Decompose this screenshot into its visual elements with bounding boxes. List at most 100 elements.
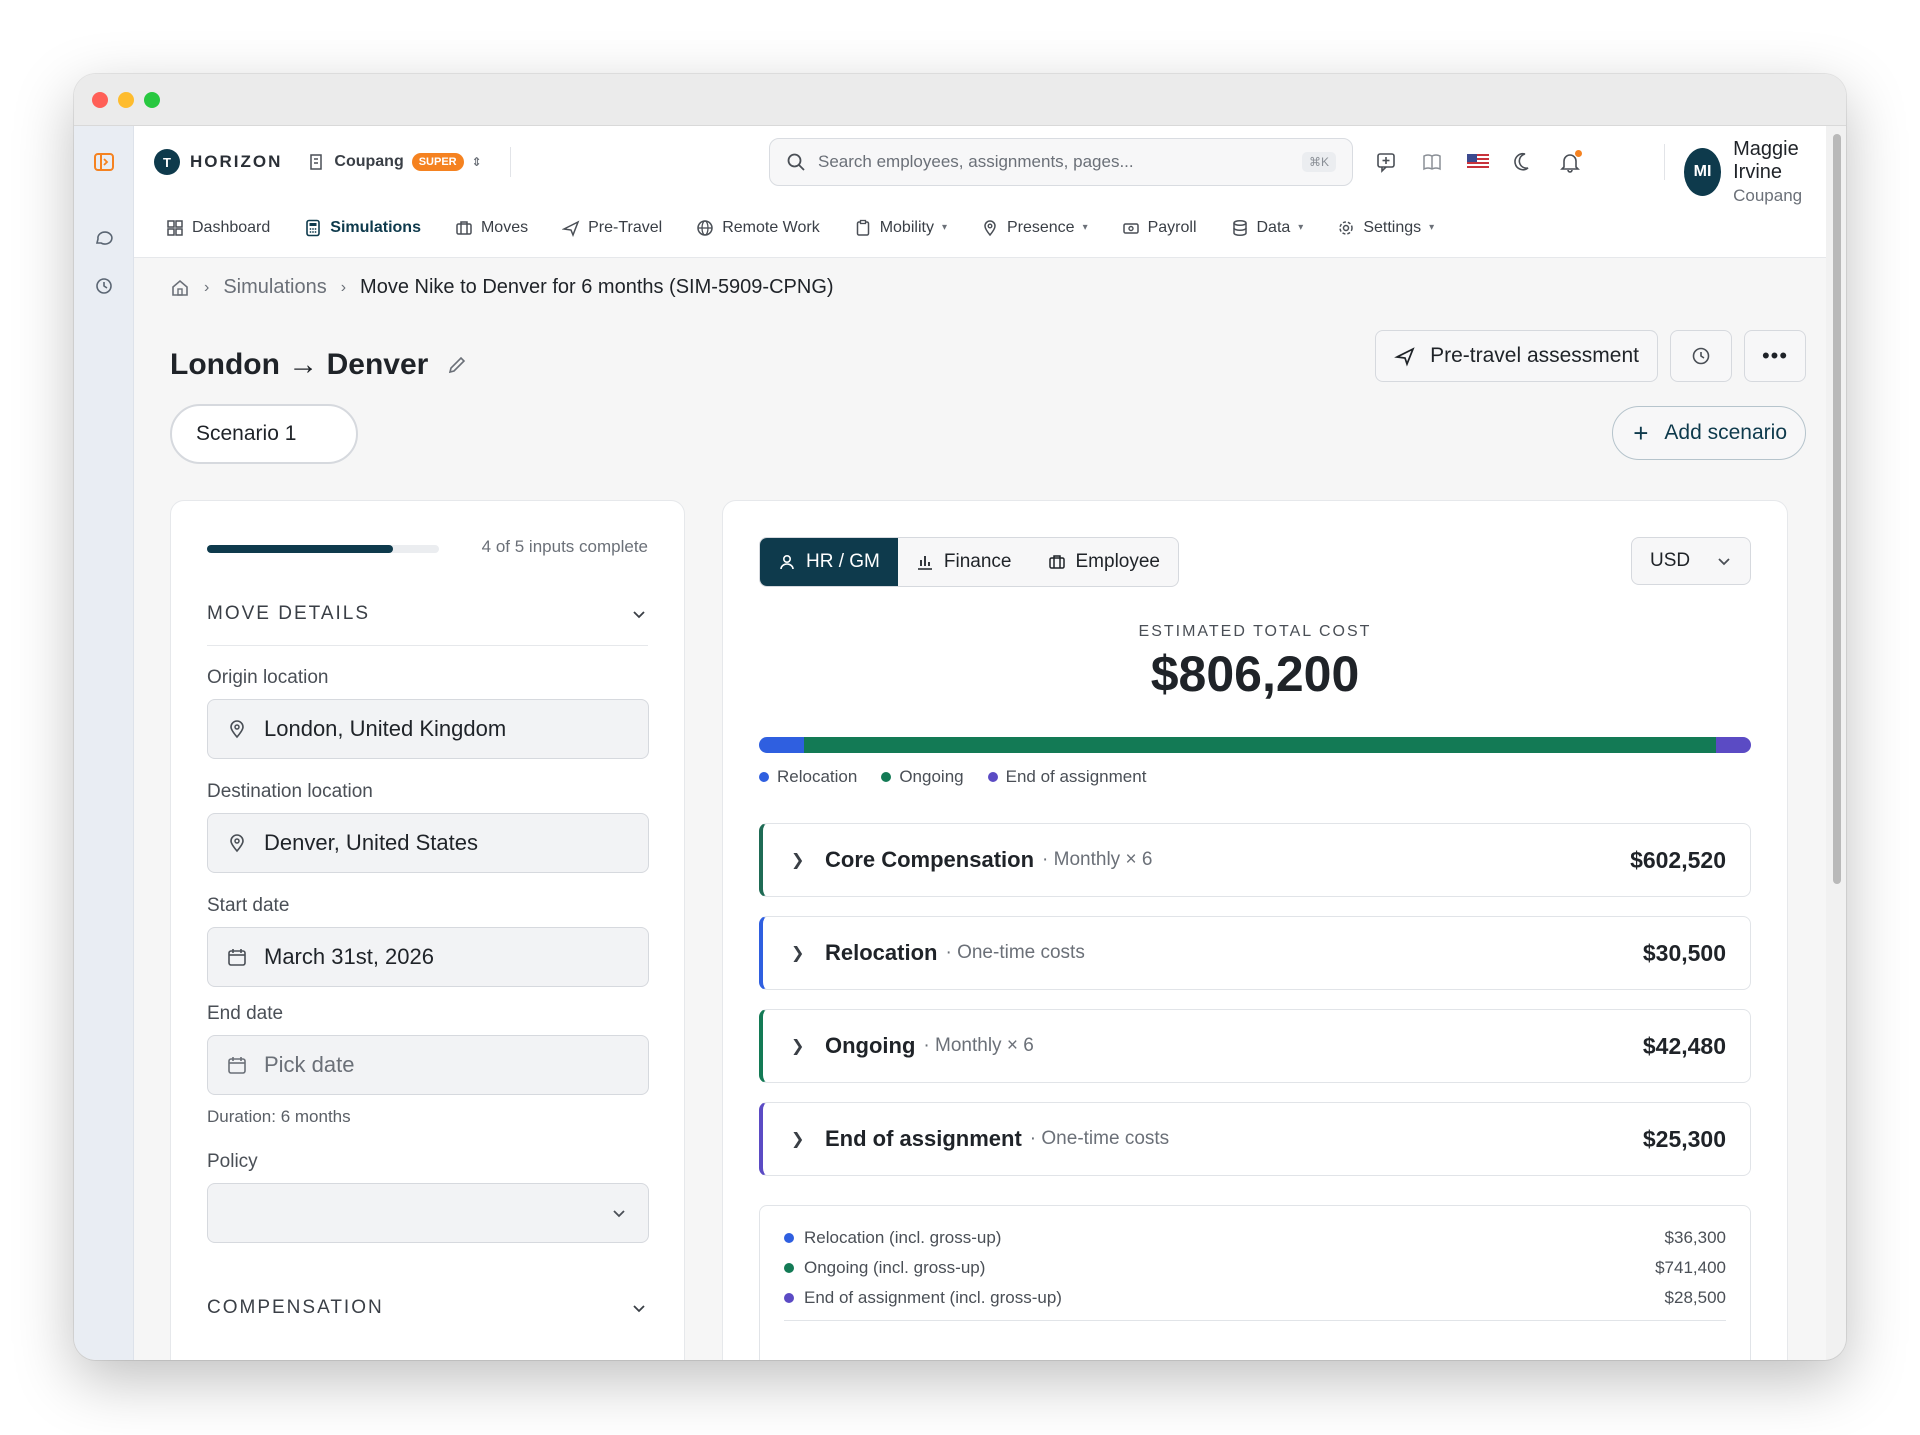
add-scenario-button[interactable]: + Add scenario	[1612, 406, 1806, 460]
nav-remote-work[interactable]: Remote Work	[696, 219, 820, 237]
cost-row-amount: $25,300	[1642, 1125, 1726, 1152]
legend-label: Ongoing	[899, 767, 964, 786]
chevron-updown-icon: ⇕	[471, 155, 482, 169]
calendar-icon	[228, 949, 246, 966]
minimize-window-button[interactable]	[118, 92, 134, 108]
summary-amount: $28,500	[1664, 1288, 1726, 1307]
more-icon: •••	[1761, 343, 1789, 368]
summary-amount: $36,300	[1664, 1228, 1726, 1247]
page-title: London → Denver	[170, 348, 468, 382]
left-rail	[74, 126, 134, 1360]
cost-row-ongoing[interactable]: ❯ Ongoing · Monthly × 6 $42,480	[759, 1009, 1751, 1083]
us-flag-icon[interactable]	[1466, 150, 1490, 174]
chat-icon[interactable]	[90, 224, 118, 252]
nav-mobility[interactable]: Mobility ▾	[854, 219, 947, 237]
cost-breakdown-bar	[759, 737, 1751, 753]
bar-chart-icon	[917, 556, 932, 570]
start-date-field[interactable]: March 31st, 2026	[207, 927, 649, 987]
notification-dot	[1575, 150, 1582, 157]
cost-legend: Relocation Ongoing End of assignment	[759, 767, 1146, 787]
tab-label: HR / GM	[806, 551, 880, 572]
notifications-bell-icon[interactable]	[1558, 150, 1582, 174]
cost-row-title: Ongoing	[825, 1033, 916, 1058]
edit-pencil-icon[interactable]	[446, 354, 468, 376]
feedback-icon[interactable]	[1374, 150, 1398, 174]
origin-location-field[interactable]: London, United Kingdom	[207, 699, 649, 759]
search-placeholder: Search employees, assignments, pages...	[818, 152, 1134, 171]
cost-row-end-of-assignment[interactable]: ❯ End of assignment · One-time costs $25…	[759, 1102, 1751, 1176]
pre-travel-assessment-label: Pre-travel assessment	[1430, 344, 1639, 367]
move-details-header[interactable]: MOVE DETAILS	[207, 603, 648, 625]
nav-payroll[interactable]: Payroll	[1122, 219, 1197, 237]
chevron-right-icon: ❯	[791, 945, 805, 962]
nav-dashboard[interactable]: Dashboard	[166, 219, 270, 237]
history-button[interactable]	[1670, 330, 1732, 382]
scrollbar-thumb[interactable]	[1833, 134, 1841, 884]
maximize-window-button[interactable]	[144, 92, 160, 108]
nav-label: Dashboard	[192, 218, 271, 236]
more-options-button[interactable]: •••	[1744, 330, 1806, 382]
clipboard-icon	[856, 219, 869, 236]
home-icon[interactable]	[170, 278, 190, 298]
nav-pre-travel[interactable]: Pre-Travel	[562, 219, 662, 237]
cost-summary: Relocation (incl. gross-up) $36,300 Ongo…	[759, 1205, 1751, 1360]
summary-row-end-of-assignment: End of assignment (incl. gross-up) $28,5…	[784, 1288, 1726, 1308]
compensation-header[interactable]: COMPENSATION	[207, 1297, 648, 1319]
destination-location-field[interactable]: Denver, United States	[207, 813, 649, 873]
breadcrumb-simulations[interactable]: Simulations	[223, 276, 326, 299]
pre-travel-assessment-button[interactable]: Pre-travel assessment	[1375, 330, 1658, 382]
nav-moves[interactable]: Moves	[455, 219, 528, 237]
tab-employee[interactable]: Employee	[1030, 538, 1179, 586]
currency-select[interactable]: USD	[1631, 537, 1751, 585]
tab-label: Finance	[943, 551, 1012, 572]
user-menu[interactable]: MI Maggie Irvine Coupang	[1684, 138, 1826, 206]
nav-label: Pre-Travel	[588, 218, 663, 236]
history-icon[interactable]	[90, 272, 118, 300]
globe-icon	[697, 219, 713, 236]
cost-row-subtitle: · One-time costs	[945, 942, 1085, 963]
tab-finance[interactable]: Finance	[898, 538, 1030, 586]
horizon-logo[interactable]: T HORIZON	[154, 149, 282, 175]
dark-mode-moon-icon[interactable]	[1512, 150, 1536, 174]
gear-icon	[1339, 220, 1354, 235]
search-input[interactable]: Search employees, assignments, pages... …	[769, 138, 1353, 186]
sidebar-toggle-icon[interactable]	[90, 148, 118, 176]
move-details-heading: MOVE DETAILS	[207, 603, 371, 624]
avatar: MI	[1684, 148, 1722, 196]
nav-presence[interactable]: Presence ▾	[981, 219, 1088, 237]
currency-value: USD	[1650, 550, 1691, 571]
company-switcher[interactable]: Coupang SUPER ⇕	[308, 153, 482, 171]
calendar-icon	[228, 1057, 246, 1074]
duration-text: Duration: 6 months	[207, 1107, 351, 1126]
policy-select[interactable]	[207, 1183, 649, 1243]
divider	[207, 645, 648, 646]
cost-row-relocation[interactable]: ❯ Relocation · One-time costs $30,500	[759, 916, 1751, 990]
chevron-down-icon	[1718, 558, 1730, 566]
tab-hr-gm[interactable]: HR / GM	[760, 538, 898, 586]
briefcase-icon	[1048, 555, 1065, 569]
cost-bar-segment	[1715, 737, 1751, 753]
end-date-field[interactable]: Pick date	[207, 1035, 649, 1095]
building-icon	[310, 154, 323, 170]
pin-icon	[984, 219, 996, 236]
user-name: Maggie Irvine	[1733, 138, 1799, 183]
pin-icon	[230, 720, 244, 739]
breadcrumb: › Simulations › Move Nike to Denver for …	[170, 276, 834, 299]
briefcase-icon	[456, 220, 472, 235]
tab-scenario-1[interactable]: Scenario 1	[170, 404, 358, 464]
nav-simulations[interactable]: Simulations	[304, 219, 421, 237]
destination-label: Destination location	[207, 781, 373, 802]
nav-settings[interactable]: Settings ▾	[1337, 219, 1434, 237]
chevron-down-icon: ▾	[1082, 222, 1088, 233]
close-window-button[interactable]	[92, 92, 108, 108]
summary-label: Relocation (incl. gross-up)	[804, 1228, 1002, 1247]
cost-row-core-compensation[interactable]: ❯ Core Compensation · Monthly × 6 $602,5…	[759, 823, 1751, 897]
inputs-progress-bar	[207, 545, 439, 553]
legend-dot	[759, 772, 769, 782]
summary-row-relocation: Relocation (incl. gross-up) $36,300	[784, 1228, 1726, 1248]
vertical-scrollbar[interactable]	[1826, 126, 1846, 1360]
docs-book-icon[interactable]	[1420, 150, 1444, 174]
tab-label: Employee	[1075, 551, 1161, 572]
pin-icon	[230, 834, 244, 853]
nav-data[interactable]: Data ▾	[1231, 219, 1303, 237]
